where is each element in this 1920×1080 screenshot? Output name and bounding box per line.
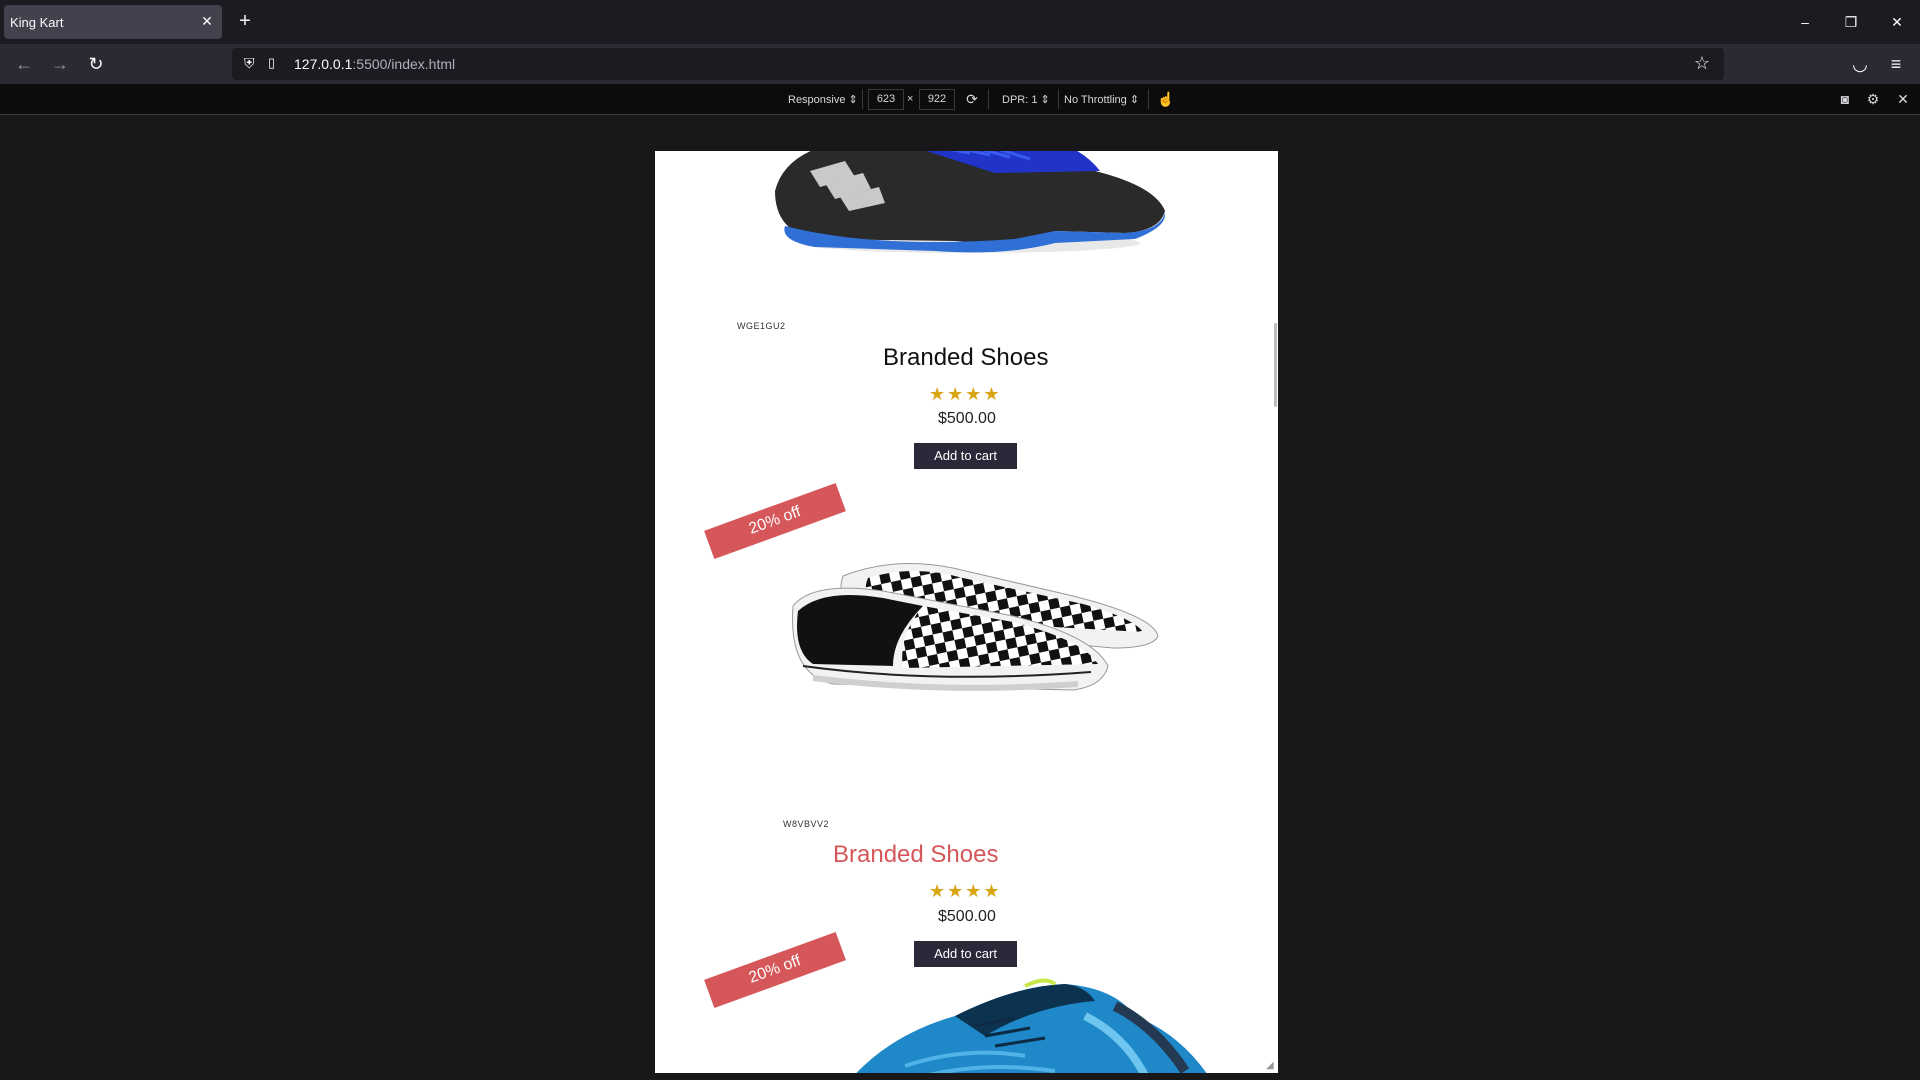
url-bar[interactable]: ⛨ ▯ 127.0.0.1:5500/index.html ☆ — [232, 48, 1724, 80]
close-tab-icon[interactable]: ✕ — [198, 12, 216, 30]
rating-stars: ★★★★ — [929, 384, 1002, 404]
forward-icon[interactable]: → — [48, 52, 72, 76]
back-icon[interactable]: ← — [12, 52, 36, 76]
product-card: WGE1GU2 Branded Shoes ★★★★ $500.00 Add t… — [655, 151, 1278, 471]
divider — [1058, 89, 1059, 109]
url-text[interactable]: 127.0.0.1:5500/index.html — [294, 56, 455, 72]
emulated-viewport: WGE1GU2 Branded Shoes ★★★★ $500.00 Add t… — [655, 151, 1278, 1073]
new-tab-icon[interactable]: + — [234, 10, 256, 32]
pocket-icon[interactable]: ◡ — [1848, 52, 1872, 76]
minimize-icon[interactable]: – — [1790, 10, 1820, 34]
settings-gear-icon[interactable]: ⚙ — [1864, 90, 1882, 108]
device-selector[interactable]: Responsive ⇕ — [788, 93, 858, 106]
checkered-slip-on-shoe-image — [792, 563, 1159, 691]
rating-stars: ★★★★ — [929, 881, 1002, 901]
product-card: 20% off W8VBVV2 Branded Shoes ★★★★ $500.… — [655, 461, 1278, 967]
page-icon[interactable]: ▯ — [268, 55, 275, 71]
browser-tab[interactable]: King Kart ✕ — [4, 5, 222, 39]
menu-icon[interactable]: ≡ — [1884, 52, 1908, 76]
reload-icon[interactable]: ↻ — [84, 52, 108, 76]
black-sneaker-image — [775, 151, 1166, 253]
bookmark-star-icon[interactable]: ☆ — [1694, 53, 1710, 74]
divider — [988, 89, 989, 109]
shield-icon[interactable]: ⛨ — [244, 55, 255, 72]
scrollbar-thumb[interactable] — [1274, 323, 1277, 407]
tab-title: King Kart — [10, 15, 64, 30]
rotate-viewport-icon[interactable]: ⟳ — [963, 90, 981, 108]
nav-bar: ← → ↻ ⛨ ▯ 127.0.0.1:5500/index.html ☆ ◡ … — [0, 44, 1920, 84]
dimension-separator: × — [907, 93, 914, 105]
touch-simulation-icon[interactable]: ☝ — [1157, 90, 1175, 108]
product-title[interactable]: Branded Shoes — [833, 841, 998, 869]
product-code: W8VBVV2 — [783, 819, 830, 829]
divider — [1148, 89, 1149, 109]
product-title[interactable]: Branded Shoes — [883, 344, 1048, 372]
restore-icon[interactable]: ❐ — [1836, 10, 1866, 34]
resize-handle-icon[interactable]: ◢ — [1266, 1061, 1276, 1071]
tab-strip: King Kart ✕ + – ❐ ✕ — [0, 0, 1920, 44]
product-price: $500.00 — [938, 410, 996, 427]
close-rdm-icon[interactable]: ✕ — [1894, 90, 1912, 108]
discount-badge: 20% off — [704, 482, 846, 560]
product-card: 20% off — [655, 911, 1278, 1073]
viewport-height-input[interactable]: 922 — [919, 89, 955, 110]
dpr-selector[interactable]: DPR: 1 ⇕ — [1002, 93, 1050, 106]
throttling-selector[interactable]: No Throttling ⇕ — [1064, 93, 1139, 106]
close-window-icon[interactable]: ✕ — [1882, 10, 1912, 34]
viewport-width-input[interactable]: 623 — [868, 89, 904, 110]
responsive-toolbar: Responsive ⇕ 623 × 922 ⟳ DPR: 1 ⇕ No Thr… — [0, 84, 1920, 115]
product-code: WGE1GU2 — [737, 321, 786, 331]
screenshot-icon[interactable]: ◙ — [1836, 90, 1854, 108]
blue-running-shoe-image — [856, 978, 1207, 1073]
divider — [862, 89, 863, 109]
